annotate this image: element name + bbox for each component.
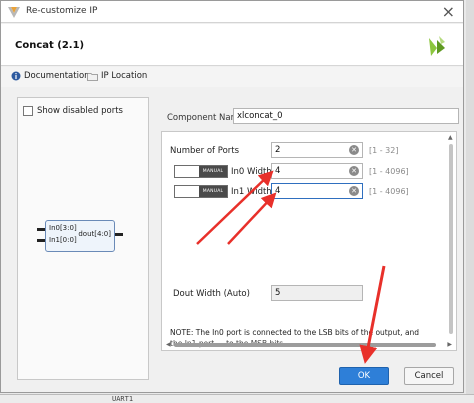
title-bar: Re-customize IP × — [1, 1, 463, 23]
window-title: Re-customize IP — [26, 6, 98, 16]
in1-port-label: In1[0:0] — [49, 236, 77, 244]
in0-width-mode-toggle[interactable]: MANUAL — [174, 165, 228, 178]
background-editor-strip: UART1 — [0, 394, 474, 403]
dout-width-label: Dout Width (Auto) — [173, 289, 250, 299]
symbol-panel: Show disabled ports In0[3:0] In1[0:0] do… — [17, 97, 149, 380]
in1-pin — [37, 239, 45, 242]
toolbar: Documentation IP Location — [1, 67, 463, 87]
ip-location-label: IP Location — [101, 71, 148, 81]
show-disabled-ports-checkbox[interactable] — [23, 106, 33, 116]
vertical-scrollbar[interactable]: ▲ — [448, 134, 454, 346]
dout-width-field: 5 — [271, 285, 363, 301]
scroll-up-icon[interactable]: ▲ — [448, 134, 453, 141]
show-disabled-ports-option[interactable]: Show disabled ports — [23, 106, 123, 116]
ip-name-heading: Concat (2.1) — [15, 40, 85, 51]
in0-width-label: In0 Width — [231, 167, 272, 177]
dout-port-label: dout[4:0] — [78, 230, 111, 238]
in1-width-label: In1 Width — [231, 187, 272, 197]
in1-width-mode-label: MANUAL — [199, 186, 227, 197]
re-customize-ip-dialog: Re-customize IP × Concat (2.1) Documenta… — [0, 0, 464, 393]
scroll-right-icon[interactable]: ▶ — [447, 341, 452, 348]
in0-pin — [37, 228, 45, 231]
show-disabled-ports-label: Show disabled ports — [37, 106, 123, 116]
ip-symbol-block: In0[3:0] In1[0:0] dout[4:0] — [37, 220, 123, 252]
number-of-ports-label: Number of Ports — [170, 146, 240, 156]
in1-width-value: 4 — [275, 186, 281, 196]
background-fragment-text: UART1 — [112, 395, 134, 403]
in0-width-input[interactable]: 4 ✕ — [271, 163, 363, 179]
clear-icon[interactable]: ✕ — [349, 166, 359, 176]
clear-icon[interactable]: ✕ — [349, 145, 359, 155]
in0-width-value: 4 — [275, 166, 281, 176]
documentation-label: Documentation — [24, 71, 90, 81]
cancel-button[interactable]: Cancel — [404, 367, 454, 385]
dout-pin — [115, 233, 123, 236]
number-of-ports-input[interactable]: 2 ✕ — [271, 142, 363, 158]
horizontal-scroll-thumb[interactable] — [174, 343, 436, 347]
horizontal-scrollbar[interactable]: ◀ ▶ — [166, 341, 452, 348]
dialog-header: Concat (2.1) — [1, 24, 463, 66]
clear-icon[interactable]: ✕ — [349, 186, 359, 196]
info-icon — [11, 71, 21, 81]
in0-width-mode-label: MANUAL — [199, 166, 227, 177]
in0-port-label: In0[3:0] — [49, 224, 77, 232]
number-of-ports-range: [1 - 32] — [369, 146, 399, 155]
in1-width-range: [1 - 4096] — [369, 187, 409, 196]
vertical-scroll-thumb[interactable] — [449, 144, 453, 334]
in1-width-mode-toggle[interactable]: MANUAL — [174, 185, 228, 198]
ok-button[interactable]: OK — [339, 367, 389, 385]
brand-logo-icon — [429, 36, 445, 56]
scroll-left-icon[interactable]: ◀ — [166, 341, 171, 348]
ip-location-button[interactable]: IP Location — [87, 71, 147, 81]
number-of-ports-value: 2 — [275, 145, 281, 155]
close-icon[interactable]: × — [442, 2, 455, 21]
documentation-menu[interactable]: Documentation — [11, 71, 90, 81]
note-line-1: NOTE: The In0 port is connected to the L… — [170, 328, 420, 337]
folder-icon — [87, 72, 98, 81]
in1-width-input[interactable]: 4 ✕ — [271, 183, 363, 199]
component-name-field[interactable]: xlconcat_0 — [233, 108, 459, 124]
background-editor-edge — [466, 0, 474, 403]
in0-width-range: [1 - 4096] — [369, 167, 409, 176]
parameters-panel: Number of Ports 2 ✕ [1 - 32] MANUAL In0 … — [161, 131, 457, 351]
vivado-logo-icon — [8, 7, 20, 18]
